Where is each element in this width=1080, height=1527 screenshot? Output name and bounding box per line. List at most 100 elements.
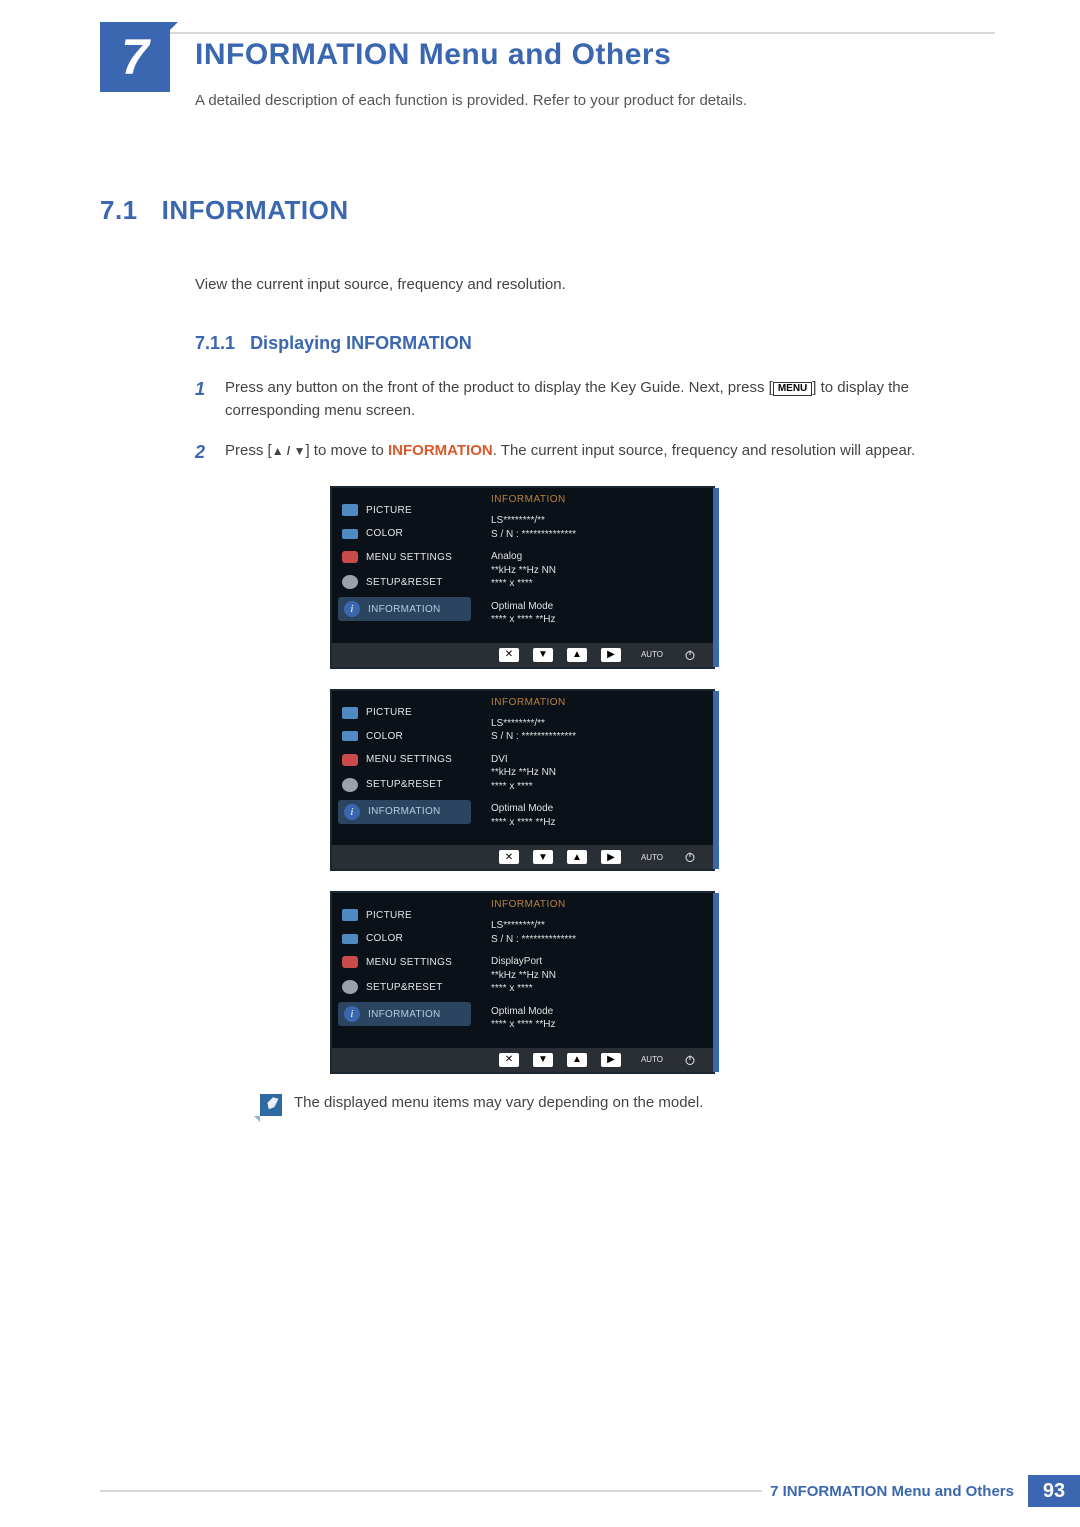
osd-up-button[interactable]: ▲: [567, 850, 587, 864]
osd-source: DisplayPort: [491, 955, 703, 969]
osd-model: LS********/**: [491, 514, 703, 528]
osd-up-button[interactable]: ▲: [567, 1053, 587, 1067]
footer-label: 7 INFORMATION Menu and Others: [770, 1483, 1014, 1500]
osd-serial: S / N : **************: [491, 933, 703, 947]
osd-button-bar: ✕ ▼ ▲ ▶ AUTO: [332, 845, 713, 869]
osd-close-button[interactable]: ✕: [499, 850, 519, 864]
osd-resolution: **** x ****: [491, 982, 703, 996]
osd-auto-button[interactable]: AUTO: [635, 850, 669, 864]
osd-item-information[interactable]: INFORMATION: [338, 1002, 471, 1026]
osd-item-setup-reset[interactable]: SETUP&RESET: [332, 569, 477, 595]
step-2-text: Press [▲ / ▼] to move to INFORMATION. Th…: [225, 439, 915, 467]
osd-right-panel: INFORMATION LS********/** S / N : ******…: [477, 488, 713, 643]
osd-down-button[interactable]: ▼: [533, 648, 553, 662]
osd-close-button[interactable]: ✕: [499, 1053, 519, 1067]
subsection-number: 7.1.1: [195, 333, 235, 353]
osd-item-picture[interactable]: PICTURE: [332, 498, 477, 522]
osd-left-menu: PICTURE COLOR MENU SETTINGS SETUP&RESET …: [332, 691, 477, 846]
info-icon: [344, 1006, 360, 1022]
osd-optimal-label: Optimal Mode: [491, 600, 703, 614]
osd-left-menu: PICTURE COLOR MENU SETTINGS SETUP&RESET …: [332, 488, 477, 643]
osd-item-information[interactable]: INFORMATION: [338, 597, 471, 621]
monitor-icon: [342, 909, 358, 921]
osd-optimal-value: **** x **** **Hz: [491, 816, 703, 830]
menu-settings-icon: [342, 551, 358, 563]
osd-model: LS********/**: [491, 717, 703, 731]
palette-icon: [342, 731, 358, 741]
osd-power-button[interactable]: [683, 850, 697, 864]
osd-optimal-label: Optimal Mode: [491, 802, 703, 816]
page-footer: 7 INFORMATION Menu and Others 93: [100, 1475, 1080, 1507]
chapter-number-box: 7: [100, 22, 170, 92]
monitor-icon: [342, 707, 358, 719]
palette-icon: [342, 529, 358, 539]
osd-close-button[interactable]: ✕: [499, 648, 519, 662]
osd-serial: S / N : **************: [491, 528, 703, 542]
osd-source: DVI: [491, 753, 703, 767]
step-1-number: 1: [195, 376, 209, 423]
osd-panel-header: INFORMATION: [491, 494, 703, 505]
osd-power-button[interactable]: [683, 1053, 697, 1067]
osd-frequency: **kHz **Hz NN: [491, 969, 703, 983]
osd-preview-dvi: PICTURE COLOR MENU SETTINGS SETUP&RESET …: [330, 689, 715, 872]
osd-right-panel: INFORMATION LS********/** S / N : ******…: [477, 691, 713, 846]
osd-auto-button[interactable]: AUTO: [635, 648, 669, 662]
osd-model: LS********/**: [491, 919, 703, 933]
osd-item-picture[interactable]: PICTURE: [332, 701, 477, 725]
osd-item-picture[interactable]: PICTURE: [332, 903, 477, 927]
osd-resolution: **** x ****: [491, 577, 703, 591]
subsection-heading: 7.1.1 Displaying INFORMATION: [195, 333, 990, 354]
gear-icon: [342, 980, 358, 994]
gear-icon: [342, 575, 358, 589]
osd-up-button[interactable]: ▲: [567, 648, 587, 662]
subsection-title: Displaying INFORMATION: [250, 333, 472, 353]
osd-down-button[interactable]: ▼: [533, 850, 553, 864]
osd-right-panel: INFORMATION LS********/** S / N : ******…: [477, 893, 713, 1048]
osd-frequency: **kHz **Hz NN: [491, 766, 703, 780]
osd-item-menu-settings[interactable]: MENU SETTINGS: [332, 950, 477, 974]
note-icon: [260, 1094, 282, 1116]
osd-preview-analog: PICTURE COLOR MENU SETTINGS SETUP&RESET …: [330, 486, 715, 669]
osd-item-color[interactable]: COLOR: [332, 522, 477, 545]
info-icon: [344, 804, 360, 820]
monitor-icon: [342, 504, 358, 516]
section-body: View the current input source, frequency…: [195, 276, 990, 293]
osd-optimal-value: **** x **** **Hz: [491, 1018, 703, 1032]
osd-button-bar: ✕ ▼ ▲ ▶ AUTO: [332, 1048, 713, 1072]
note-row: The displayed menu items may vary depend…: [260, 1094, 990, 1116]
steps-list: 1 Press any button on the front of the p…: [195, 376, 990, 466]
osd-frequency: **kHz **Hz NN: [491, 564, 703, 578]
footer-rule: [100, 1490, 762, 1492]
osd-down-button[interactable]: ▼: [533, 1053, 553, 1067]
osd-previews: PICTURE COLOR MENU SETTINGS SETUP&RESET …: [330, 486, 990, 1074]
step-1: 1 Press any button on the front of the p…: [195, 376, 990, 423]
osd-item-setup-reset[interactable]: SETUP&RESET: [332, 772, 477, 798]
chapter-number: 7: [121, 28, 149, 86]
osd-left-menu: PICTURE COLOR MENU SETTINGS SETUP&RESET …: [332, 893, 477, 1048]
osd-item-menu-settings[interactable]: MENU SETTINGS: [332, 748, 477, 772]
osd-resolution: **** x ****: [491, 780, 703, 794]
osd-accent-strip: [713, 691, 719, 870]
osd-power-button[interactable]: [683, 648, 697, 662]
osd-item-information[interactable]: INFORMATION: [338, 800, 471, 824]
osd-preview-displayport: PICTURE COLOR MENU SETTINGS SETUP&RESET …: [330, 891, 715, 1074]
step-2-number: 2: [195, 439, 209, 467]
osd-optimal-value: **** x **** **Hz: [491, 613, 703, 627]
chapter-subtitle: A detailed description of each function …: [195, 92, 747, 109]
osd-item-color[interactable]: COLOR: [332, 725, 477, 748]
osd-play-button[interactable]: ▶: [601, 648, 621, 662]
menu-settings-icon: [342, 754, 358, 766]
osd-auto-button[interactable]: AUTO: [635, 1053, 669, 1067]
osd-item-color[interactable]: COLOR: [332, 927, 477, 950]
osd-item-setup-reset[interactable]: SETUP&RESET: [332, 974, 477, 1000]
osd-play-button[interactable]: ▶: [601, 850, 621, 864]
step-2: 2 Press [▲ / ▼] to move to INFORMATION. …: [195, 439, 990, 467]
osd-button-bar: ✕ ▼ ▲ ▶ AUTO: [332, 643, 713, 667]
osd-optimal-label: Optimal Mode: [491, 1005, 703, 1019]
osd-play-button[interactable]: ▶: [601, 1053, 621, 1067]
palette-icon: [342, 934, 358, 944]
osd-item-menu-settings[interactable]: MENU SETTINGS: [332, 545, 477, 569]
chapter-title: INFORMATION Menu and Others: [195, 38, 671, 72]
osd-accent-strip: [713, 488, 719, 667]
up-down-arrows-icon: ▲ / ▼: [272, 444, 306, 458]
